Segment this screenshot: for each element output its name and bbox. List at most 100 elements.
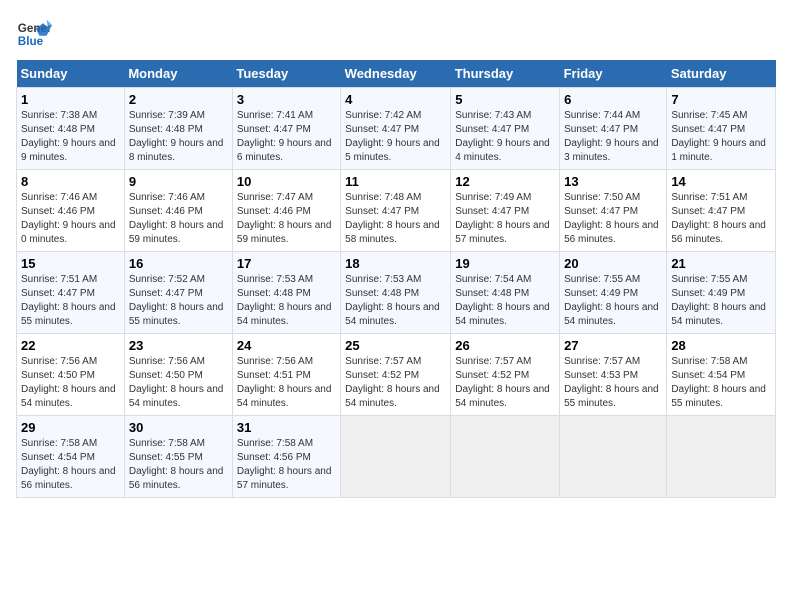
day-number: 4 xyxy=(345,92,446,107)
page-header: General Blue xyxy=(16,16,776,52)
calendar-day-cell: 15 Sunrise: 7:51 AMSunset: 4:47 PMDayligh… xyxy=(17,252,125,334)
calendar-day-cell: 5 Sunrise: 7:43 AMSunset: 4:47 PMDaylight… xyxy=(451,88,560,170)
day-number: 6 xyxy=(564,92,662,107)
day-info: Sunrise: 7:39 AMSunset: 4:48 PMDaylight:… xyxy=(129,109,228,165)
day-info: Sunrise: 7:56 AMSunset: 4:51 PMDaylight:… xyxy=(237,355,336,411)
day-info: Sunrise: 7:42 AMSunset: 4:47 PMDaylight:… xyxy=(345,109,446,165)
weekday-header-row: SundayMondayTuesdayWednesdayThursdayFrid… xyxy=(17,60,776,88)
calendar-table: SundayMondayTuesdayWednesdayThursdayFrid… xyxy=(16,60,776,498)
calendar-week-row: 29 Sunrise: 7:58 AMSunset: 4:54 PMDayligh… xyxy=(17,416,776,498)
day-number: 14 xyxy=(671,174,771,189)
day-info: Sunrise: 7:51 AMSunset: 4:47 PMDaylight:… xyxy=(671,191,771,247)
day-number: 26 xyxy=(455,338,555,353)
weekday-header-cell: Tuesday xyxy=(232,60,340,88)
day-number: 24 xyxy=(237,338,336,353)
logo-icon: General Blue xyxy=(16,16,52,52)
day-number: 15 xyxy=(21,256,120,271)
calendar-day-cell: 20 Sunrise: 7:55 AMSunset: 4:49 PMDayligh… xyxy=(560,252,667,334)
calendar-day-cell: 27 Sunrise: 7:57 AMSunset: 4:53 PMDayligh… xyxy=(560,334,667,416)
calendar-day-cell: 12 Sunrise: 7:49 AMSunset: 4:47 PMDayligh… xyxy=(451,170,560,252)
calendar-day-cell: 24 Sunrise: 7:56 AMSunset: 4:51 PMDayligh… xyxy=(232,334,340,416)
day-info: Sunrise: 7:56 AMSunset: 4:50 PMDaylight:… xyxy=(129,355,228,411)
calendar-day-cell: 18Sunrise: 7:53 AMSunset: 4:48 PMDayligh… xyxy=(341,252,451,334)
day-info: Sunrise: 7:48 AMSunset: 4:47 PMDaylight:… xyxy=(345,191,446,247)
day-number: 12 xyxy=(455,174,555,189)
calendar-day-cell: 21Sunrise: 7:55 AMSunset: 4:49 PMDayligh… xyxy=(667,252,776,334)
weekday-header-cell: Monday xyxy=(124,60,232,88)
day-number: 22 xyxy=(21,338,120,353)
day-number: 20 xyxy=(564,256,662,271)
calendar-day-cell: 8 Sunrise: 7:46 AMSunset: 4:46 PMDaylight… xyxy=(17,170,125,252)
day-info: Sunrise: 7:49 AMSunset: 4:47 PMDaylight:… xyxy=(455,191,555,247)
day-number: 16 xyxy=(129,256,228,271)
calendar-day-cell: 4 Sunrise: 7:42 AMSunset: 4:47 PMDaylight… xyxy=(341,88,451,170)
calendar-week-row: 8 Sunrise: 7:46 AMSunset: 4:46 PMDaylight… xyxy=(17,170,776,252)
calendar-day-cell: 28 Sunrise: 7:58 AMSunset: 4:54 PMDayligh… xyxy=(667,334,776,416)
calendar-day-cell: 13 Sunrise: 7:50 AMSunset: 4:47 PMDayligh… xyxy=(560,170,667,252)
day-info: Sunrise: 7:58 AMSunset: 4:54 PMDaylight:… xyxy=(671,355,771,411)
day-info: Sunrise: 7:43 AMSunset: 4:47 PMDaylight:… xyxy=(455,109,555,165)
day-number: 7 xyxy=(671,92,771,107)
day-info: Sunrise: 7:47 AMSunset: 4:46 PMDaylight:… xyxy=(237,191,336,247)
calendar-day-cell: 11 Sunrise: 7:48 AMSunset: 4:47 PMDayligh… xyxy=(341,170,451,252)
calendar-day-cell: 16 Sunrise: 7:52 AMSunset: 4:47 PMDayligh… xyxy=(124,252,232,334)
calendar-day-cell: 30 Sunrise: 7:58 AMSunset: 4:55 PMDayligh… xyxy=(124,416,232,498)
day-number: 18 xyxy=(345,256,446,271)
calendar-week-row: 15 Sunrise: 7:51 AMSunset: 4:47 PMDayligh… xyxy=(17,252,776,334)
calendar-day-cell: 6Sunrise: 7:44 AMSunset: 4:47 PMDaylight… xyxy=(560,88,667,170)
day-info: Sunrise: 7:54 AMSunset: 4:48 PMDaylight:… xyxy=(455,273,555,329)
day-info: Sunrise: 7:53 AMSunset: 4:48 PMDaylight:… xyxy=(237,273,336,329)
day-info: Sunrise: 7:58 AMSunset: 4:56 PMDaylight:… xyxy=(237,437,336,493)
calendar-week-row: 22 Sunrise: 7:56 AMSunset: 4:50 PMDayligh… xyxy=(17,334,776,416)
day-number: 28 xyxy=(671,338,771,353)
calendar-week-row: 1Sunrise: 7:38 AMSunset: 4:48 PMDaylight… xyxy=(17,88,776,170)
calendar-day-cell: 3 Sunrise: 7:41 AMSunset: 4:47 PMDaylight… xyxy=(232,88,340,170)
day-info: Sunrise: 7:58 AMSunset: 4:55 PMDaylight:… xyxy=(129,437,228,493)
day-number: 31 xyxy=(237,420,336,435)
calendar-day-cell: 2 Sunrise: 7:39 AMSunset: 4:48 PMDaylight… xyxy=(124,88,232,170)
day-number: 1 xyxy=(21,92,120,107)
calendar-body: 1Sunrise: 7:38 AMSunset: 4:48 PMDaylight… xyxy=(17,88,776,498)
weekday-header-cell: Friday xyxy=(560,60,667,88)
day-info: Sunrise: 7:57 AMSunset: 4:52 PMDaylight:… xyxy=(345,355,446,411)
day-info: Sunrise: 7:52 AMSunset: 4:47 PMDaylight:… xyxy=(129,273,228,329)
calendar-day-cell: 7 Sunrise: 7:45 AMSunset: 4:47 PMDaylight… xyxy=(667,88,776,170)
weekday-header-cell: Saturday xyxy=(667,60,776,88)
calendar-day-cell: 29 Sunrise: 7:58 AMSunset: 4:54 PMDayligh… xyxy=(17,416,125,498)
calendar-day-cell: 23 Sunrise: 7:56 AMSunset: 4:50 PMDayligh… xyxy=(124,334,232,416)
day-number: 29 xyxy=(21,420,120,435)
calendar-day-cell: 1Sunrise: 7:38 AMSunset: 4:48 PMDaylight… xyxy=(17,88,125,170)
day-info: Sunrise: 7:51 AMSunset: 4:47 PMDaylight:… xyxy=(21,273,120,329)
calendar-day-cell: 19 Sunrise: 7:54 AMSunset: 4:48 PMDayligh… xyxy=(451,252,560,334)
day-info: Sunrise: 7:46 AMSunset: 4:46 PMDaylight:… xyxy=(21,191,120,247)
day-number: 5 xyxy=(455,92,555,107)
logo: General Blue xyxy=(16,16,56,52)
calendar-day-cell: 9Sunrise: 7:46 AMSunset: 4:46 PMDaylight… xyxy=(124,170,232,252)
day-info: Sunrise: 7:58 AMSunset: 4:54 PMDaylight:… xyxy=(21,437,120,493)
day-number: 27 xyxy=(564,338,662,353)
day-number: 11 xyxy=(345,174,446,189)
day-number: 2 xyxy=(129,92,228,107)
day-info: Sunrise: 7:41 AMSunset: 4:47 PMDaylight:… xyxy=(237,109,336,165)
day-info: Sunrise: 7:46 AMSunset: 4:46 PMDaylight:… xyxy=(129,191,228,247)
day-info: Sunrise: 7:55 AMSunset: 4:49 PMDaylight:… xyxy=(564,273,662,329)
day-info: Sunrise: 7:45 AMSunset: 4:47 PMDaylight:… xyxy=(671,109,771,165)
day-info: Sunrise: 7:50 AMSunset: 4:47 PMDaylight:… xyxy=(564,191,662,247)
day-number: 30 xyxy=(129,420,228,435)
day-number: 17 xyxy=(237,256,336,271)
calendar-day-cell: 26 Sunrise: 7:57 AMSunset: 4:52 PMDayligh… xyxy=(451,334,560,416)
day-number: 13 xyxy=(564,174,662,189)
day-number: 23 xyxy=(129,338,228,353)
day-info: Sunrise: 7:55 AMSunset: 4:49 PMDaylight:… xyxy=(671,273,771,329)
day-number: 3 xyxy=(237,92,336,107)
day-info: Sunrise: 7:57 AMSunset: 4:52 PMDaylight:… xyxy=(455,355,555,411)
calendar-day-cell: 17 Sunrise: 7:53 AMSunset: 4:48 PMDayligh… xyxy=(232,252,340,334)
day-info: Sunrise: 7:57 AMSunset: 4:53 PMDaylight:… xyxy=(564,355,662,411)
day-number: 19 xyxy=(455,256,555,271)
weekday-header-cell: Sunday xyxy=(17,60,125,88)
calendar-day-cell xyxy=(341,416,451,498)
calendar-day-cell xyxy=(667,416,776,498)
day-number: 8 xyxy=(21,174,120,189)
day-info: Sunrise: 7:56 AMSunset: 4:50 PMDaylight:… xyxy=(21,355,120,411)
calendar-day-cell xyxy=(451,416,560,498)
